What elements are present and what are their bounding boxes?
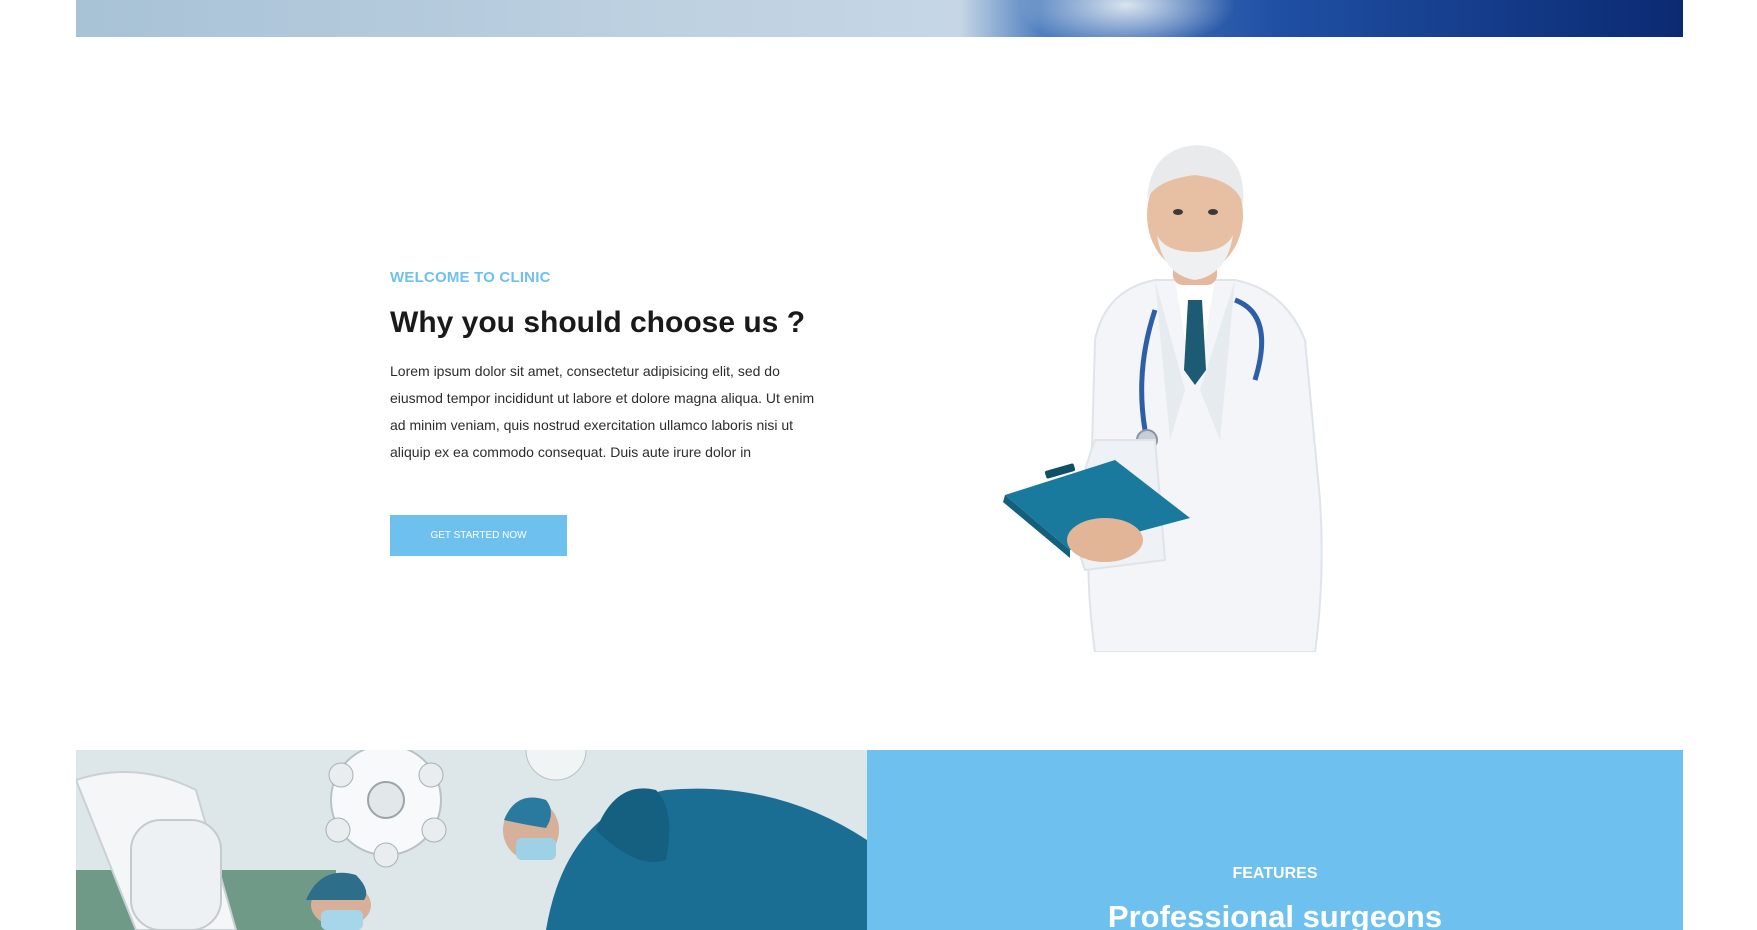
features-eyebrow: FEATURES (1232, 865, 1318, 882)
intro-section: WELCOME TO CLINIC Why you should choose … (390, 262, 830, 466)
get-started-button[interactable]: GET STARTED NOW (390, 515, 567, 556)
intro-body-text: Lorem ipsum dolor sit amet, consectetur … (390, 363, 815, 460)
intro-eyebrow: WELCOME TO CLINIC (390, 269, 551, 286)
intro-heading: Why you should choose us ? (390, 306, 806, 339)
hero-image-strip (76, 0, 1683, 37)
features-title: Professional surgeons (1107, 899, 1443, 930)
features-panel: FEATURES Professional surgeons (867, 750, 1683, 930)
surgery-photo (76, 750, 867, 930)
hero-image-highlight (1016, 0, 1236, 37)
doctor-image (985, 140, 1365, 653)
